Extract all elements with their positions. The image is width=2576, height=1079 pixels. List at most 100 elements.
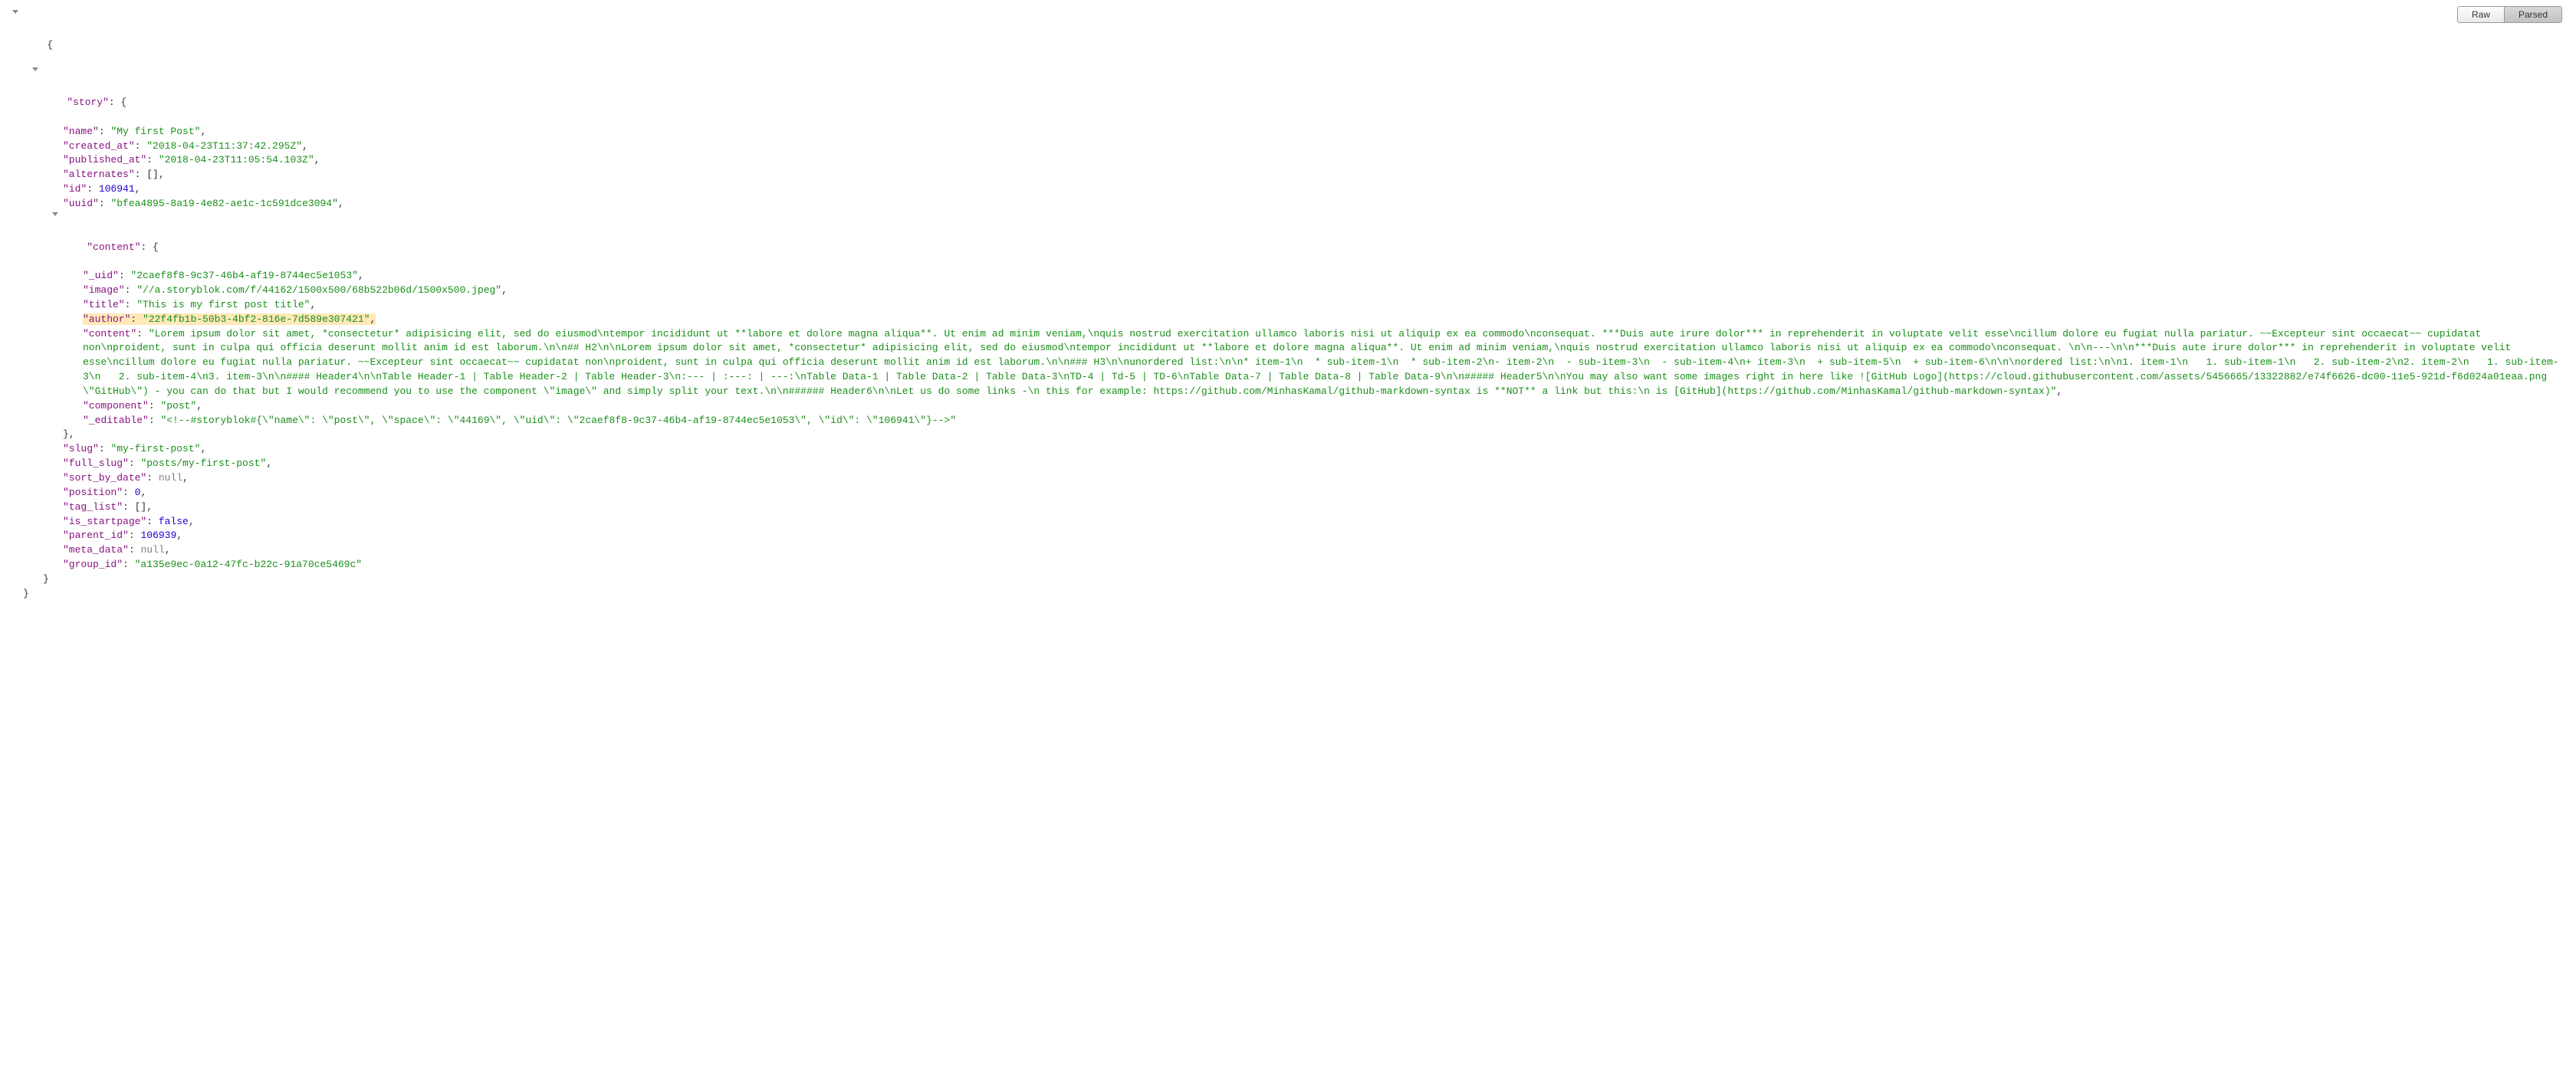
punct: :	[125, 284, 137, 296]
json-array: []	[146, 169, 159, 180]
json-key: "id"	[63, 183, 87, 195]
json-prop-created-at: "created_at": "2018-04-23T11:37:42.295Z"…	[14, 139, 2562, 154]
punct: ,	[159, 169, 165, 180]
collapse-caret-icon[interactable]	[12, 10, 18, 14]
json-prop-uid: "_uid": "2caef8f8-9c37-46b4-af19-8744ec5…	[14, 269, 2562, 284]
punct: :	[130, 313, 143, 325]
json-prop-inner-content: "content": "Lorem ipsum dolor sit amet, …	[14, 327, 2562, 399]
brace-close: },	[63, 428, 75, 440]
json-key: "published_at"	[63, 154, 146, 166]
punct: :	[123, 559, 135, 570]
punct: ,	[146, 501, 153, 513]
json-prop-uuid: "uuid": "bfea4895-8a19-4e82-ae1c-1c591dc…	[14, 197, 2562, 212]
punct: :	[149, 400, 161, 412]
json-prop-is-startpage: "is_startpage": false,	[14, 515, 2562, 530]
brace-close: }	[43, 573, 49, 585]
punct: ,	[358, 270, 364, 281]
punct: :	[123, 487, 135, 498]
json-string: "bfea4895-8a19-4e82-ae1c-1c591dce3094"	[110, 198, 337, 209]
json-key: "full_slug"	[63, 458, 129, 469]
punct: :	[99, 126, 111, 137]
punct: ,	[140, 487, 146, 498]
json-null: null	[159, 472, 182, 484]
json-string: "my-first-post"	[110, 443, 200, 454]
parsed-tab-button[interactable]: Parsed	[2505, 7, 2561, 22]
punct: ,	[196, 400, 202, 412]
json-key: "name"	[63, 126, 99, 137]
punct: ,	[135, 183, 141, 195]
collapse-caret-icon[interactable]	[52, 212, 58, 216]
json-tree-viewer: { "story": { "name": "My first Post", "c…	[0, 0, 2576, 632]
json-root-open: {	[14, 9, 2562, 67]
punct: ,	[189, 516, 195, 527]
punct: ,	[501, 284, 508, 296]
json-null: null	[140, 544, 164, 556]
json-array: []	[135, 501, 147, 513]
json-key: "component"	[83, 400, 149, 412]
json-key: "tag_list"	[63, 501, 123, 513]
json-prop-tag-list: "tag_list": [],	[14, 500, 2562, 515]
json-prop-published-at: "published_at": "2018-04-23T11:05:54.103…	[14, 153, 2562, 168]
punct: ,	[314, 154, 320, 166]
json-key-story: "story": {	[14, 67, 2562, 124]
json-string: "2018-04-23T11:37:42.295Z"	[146, 140, 302, 152]
punct: :	[136, 328, 149, 339]
punct: :	[149, 415, 161, 426]
punct: : {	[140, 241, 158, 253]
punct: :	[135, 169, 147, 180]
json-prop-slug: "slug": "my-first-post",	[14, 442, 2562, 457]
punct: :	[129, 544, 141, 556]
json-key: "is_startpage"	[63, 516, 146, 527]
json-key: "group_id"	[63, 559, 123, 570]
json-prop-position: "position": 0,	[14, 486, 2562, 500]
json-prop-component: "component": "post",	[14, 399, 2562, 414]
punct: ,	[182, 472, 189, 484]
view-mode-tabs: Raw Parsed	[2457, 6, 2562, 23]
punct: :	[123, 501, 135, 513]
json-string: "2caef8f8-9c37-46b4-af19-8744ec5e1053"	[130, 270, 357, 281]
json-prop-image: "image": "//a.storyblok.com/f/44162/1500…	[14, 284, 2562, 298]
punct: ,	[200, 443, 206, 454]
json-string: "This is my first post title"	[136, 299, 310, 310]
json-bool: false	[159, 516, 189, 527]
json-root-close: }	[14, 587, 2562, 602]
punct: ,	[2056, 385, 2062, 397]
json-prop-meta-data: "meta_data": null,	[14, 543, 2562, 558]
json-prop-alternates: "alternates": [],	[14, 168, 2562, 182]
json-prop-group-id: "group_id": "a135e9ec-0a12-47fc-b22c-91a…	[14, 558, 2562, 572]
json-string: "My first Post"	[110, 126, 200, 137]
json-string: "posts/my-first-post"	[140, 458, 266, 469]
json-key: "title"	[83, 299, 125, 310]
collapse-caret-icon[interactable]	[32, 67, 38, 71]
json-content-close: },	[14, 428, 2562, 442]
json-key: "alternates"	[63, 169, 135, 180]
json-key: "position"	[63, 487, 123, 498]
json-string: "22f4fb1b-50b3-4bf2-816e-7d589e307421"	[143, 313, 370, 325]
json-key: "uuid"	[63, 198, 99, 209]
json-key: "meta_data"	[63, 544, 129, 556]
punct: :	[99, 198, 111, 209]
punct: :	[146, 154, 159, 166]
json-key: "author"	[83, 313, 130, 325]
json-key: "content"	[87, 241, 140, 253]
punct: :	[146, 472, 159, 484]
punct: :	[129, 458, 141, 469]
json-string: "Lorem ipsum dolor sit amet, *consectetu…	[83, 328, 2559, 397]
json-key-content: "content": {	[14, 212, 2562, 269]
json-prop-editable: "_editable": "<!--#storyblok#{\"name\": …	[14, 414, 2562, 428]
punct: :	[125, 299, 137, 310]
json-key: "story"	[67, 97, 109, 108]
punct: ,	[165, 544, 171, 556]
json-string: "2018-04-23T11:05:54.103Z"	[159, 154, 314, 166]
json-prop-author: "author": "22f4fb1b-50b3-4bf2-816e-7d589…	[14, 313, 2562, 327]
punct: ,	[200, 126, 206, 137]
json-prop-parent-id: "parent_id": 106939,	[14, 529, 2562, 543]
raw-tab-button[interactable]: Raw	[2458, 7, 2505, 22]
json-key: "_editable"	[83, 415, 149, 426]
punct: :	[99, 443, 111, 454]
json-number: 106939	[140, 530, 176, 541]
punct: ,	[338, 198, 344, 209]
punct: :	[119, 270, 131, 281]
json-string: "a135e9ec-0a12-47fc-b22c-91a70ce5469c"	[135, 559, 362, 570]
punct: ,	[266, 458, 272, 469]
